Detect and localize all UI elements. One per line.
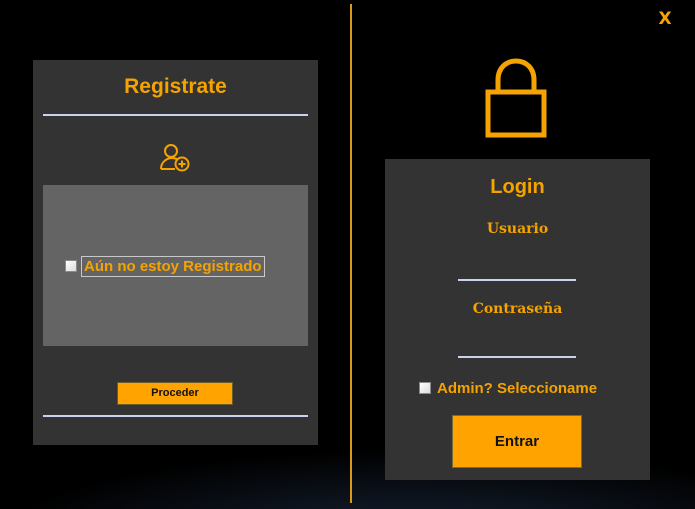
close-button[interactable]: X	[652, 6, 678, 32]
register-panel: Registrate Aún no estoy Registrado Proce…	[33, 60, 318, 445]
not-registered-checkbox[interactable]	[65, 260, 77, 272]
register-bottom-rule	[43, 415, 308, 417]
lock-icon	[485, 58, 547, 138]
enter-button[interactable]: Entrar	[452, 415, 582, 468]
register-box: Aún no estoy Registrado	[43, 185, 308, 346]
vertical-divider	[350, 4, 352, 503]
password-label: Contraseña	[472, 301, 563, 317]
register-title: Registrate	[124, 75, 227, 98]
admin-checkbox[interactable]	[419, 382, 431, 394]
password-input[interactable]	[458, 336, 576, 358]
not-registered-option[interactable]: Aún no estoy Registrado	[65, 255, 265, 277]
proceed-button[interactable]: Proceder	[117, 382, 233, 405]
username-input[interactable]	[458, 259, 576, 281]
register-top-rule	[43, 114, 308, 116]
login-title: Login	[490, 176, 545, 198]
add-user-icon	[160, 144, 190, 172]
login-panel: Login Usuario Contraseña Admin? Seleccio…	[385, 159, 650, 480]
username-label: Usuario	[486, 221, 549, 237]
not-registered-label[interactable]: Aún no estoy Registrado	[81, 255, 265, 277]
admin-label[interactable]: Admin? Seleccioname	[437, 380, 597, 397]
admin-option[interactable]: Admin? Seleccioname	[419, 378, 597, 398]
